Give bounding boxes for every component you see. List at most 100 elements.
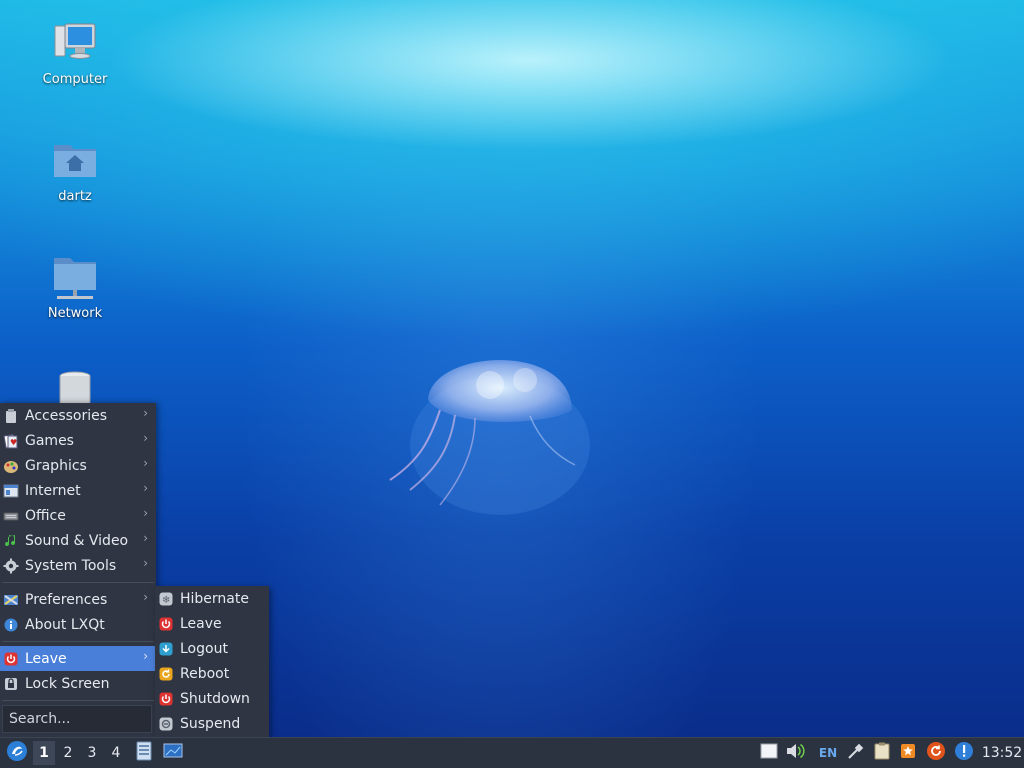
volume-icon [785,742,807,764]
sound-video-icon [3,533,19,549]
application-menu: Accessories › ♥ Games › Graphics › Inter… [0,403,156,737]
menu-separator [2,641,154,642]
submenu-item-logout[interactable]: Logout [155,636,269,661]
tray-volume[interactable] [786,742,806,764]
clock[interactable]: 13:52 [980,742,1024,764]
desktop-switch-1[interactable]: 1 [33,741,55,765]
chevron-right-icon: › [143,649,148,663]
tray-keyboard-layout[interactable]: EN [816,742,840,764]
submenu-item-label: Suspend [180,715,241,732]
menu-item-label: Preferences [25,591,108,608]
menu-item-office[interactable]: Office › [0,503,156,528]
submenu-item-hibernate[interactable]: ❄ Hibernate [155,586,269,611]
home-folder-icon [51,137,99,185]
power-icon [3,651,19,667]
office-icon [3,508,19,524]
menu-item-system-tools[interactable]: System Tools › [0,553,156,578]
menu-item-games[interactable]: ♥ Games › [0,428,156,453]
tray-network[interactable] [846,742,866,764]
desktop-switch-3[interactable]: 3 [81,741,103,765]
submenu-item-reboot[interactable]: Reboot [155,661,269,686]
desktop-icon-computer[interactable]: Computer [25,20,125,87]
menu-item-graphics[interactable]: Graphics › [0,453,156,478]
menu-item-lock-screen[interactable]: Lock Screen [0,671,156,696]
chevron-right-icon: › [143,431,148,445]
menu-item-sound-video[interactable]: Sound & Video › [0,528,156,553]
svg-text:❄: ❄ [162,595,170,606]
start-menu-button[interactable] [4,741,30,765]
accessories-icon [3,408,19,424]
desktop-icon-label: Computer [42,72,108,87]
submenu-item-label: Logout [180,640,228,657]
chevron-right-icon: › [143,456,148,470]
chevron-right-icon: › [143,590,148,604]
internet-icon [3,483,19,499]
taskbar: 1 2 3 4 EN 13:52 [0,737,1024,768]
menu-item-label: Accessories [25,407,108,424]
tray-update[interactable] [925,742,947,764]
network-plug-icon [847,742,865,764]
tray-notifications[interactable] [953,742,975,764]
power-icon [158,616,174,632]
tray-screenshot[interactable] [898,742,918,764]
desktop-icon-home[interactable]: dartz [25,137,125,204]
menu-item-preferences[interactable]: Preferences › [0,587,156,612]
chevron-right-icon: › [143,481,148,495]
desktop-switch-4[interactable]: 4 [105,741,127,765]
desktop-icon-label: Network [47,306,103,321]
submenu-item-label: Shutdown [180,690,250,707]
wallpaper-jellyfish [380,330,610,530]
chevron-right-icon: › [143,506,148,520]
menu-item-label: Leave [25,650,67,667]
submenu-item-label: Leave [180,615,222,632]
menu-item-label: Internet [25,482,81,499]
menu-separator [2,700,154,701]
menu-item-leave[interactable]: Leave › [0,646,156,671]
suspend-icon [158,716,174,732]
alert-icon [954,741,974,765]
menu-item-label: Graphics [25,457,87,474]
notepad-icon [760,743,778,763]
desktop-icon-network[interactable]: Network [25,254,125,321]
shutdown-icon [158,691,174,707]
desktop-icon-label: dartz [58,189,92,204]
tray-clipboard[interactable] [872,742,892,764]
logout-icon [158,641,174,657]
file-manager-icon [135,741,153,765]
chevron-right-icon: › [143,406,148,420]
computer-icon [51,20,99,68]
submenu-item-label: Reboot [180,665,230,682]
clipboard-icon [874,742,890,764]
show-desktop-button[interactable] [161,741,185,765]
update-icon [926,741,946,765]
submenu-item-leave[interactable]: Leave [155,611,269,636]
info-icon [3,617,19,633]
preferences-icon [3,592,19,608]
lxqt-logo-icon [6,740,28,766]
svg-text:♥: ♥ [10,438,17,447]
chevron-right-icon: › [143,531,148,545]
lock-icon [3,676,19,692]
menu-item-label: Lock Screen [25,675,110,692]
menu-item-internet[interactable]: Internet › [0,478,156,503]
menu-item-accessories[interactable]: Accessories › [0,403,156,428]
games-icon: ♥ [3,433,19,449]
graphics-icon [3,458,19,474]
submenu-item-shutdown[interactable]: Shutdown [155,686,269,711]
reboot-icon [158,666,174,682]
tray-notes[interactable] [759,742,779,764]
menu-item-about[interactable]: About LXQt [0,612,156,637]
network-folder-icon [51,254,99,302]
leave-submenu: ❄ Hibernate Leave Logout Reboot Shutdown… [155,586,269,737]
submenu-item-suspend[interactable]: Suspend [155,711,269,736]
menu-search-input[interactable] [2,705,152,733]
gear-icon [3,558,19,574]
menu-item-label: About LXQt [25,616,105,633]
quicklaunch-file-manager[interactable] [133,741,155,765]
menu-item-label: System Tools [25,557,117,574]
menu-item-label: Games [25,432,74,449]
show-desktop-icon [163,743,183,763]
screenshot-icon [900,743,916,763]
desktop-switch-2[interactable]: 2 [57,741,79,765]
hibernate-icon: ❄ [158,591,174,607]
